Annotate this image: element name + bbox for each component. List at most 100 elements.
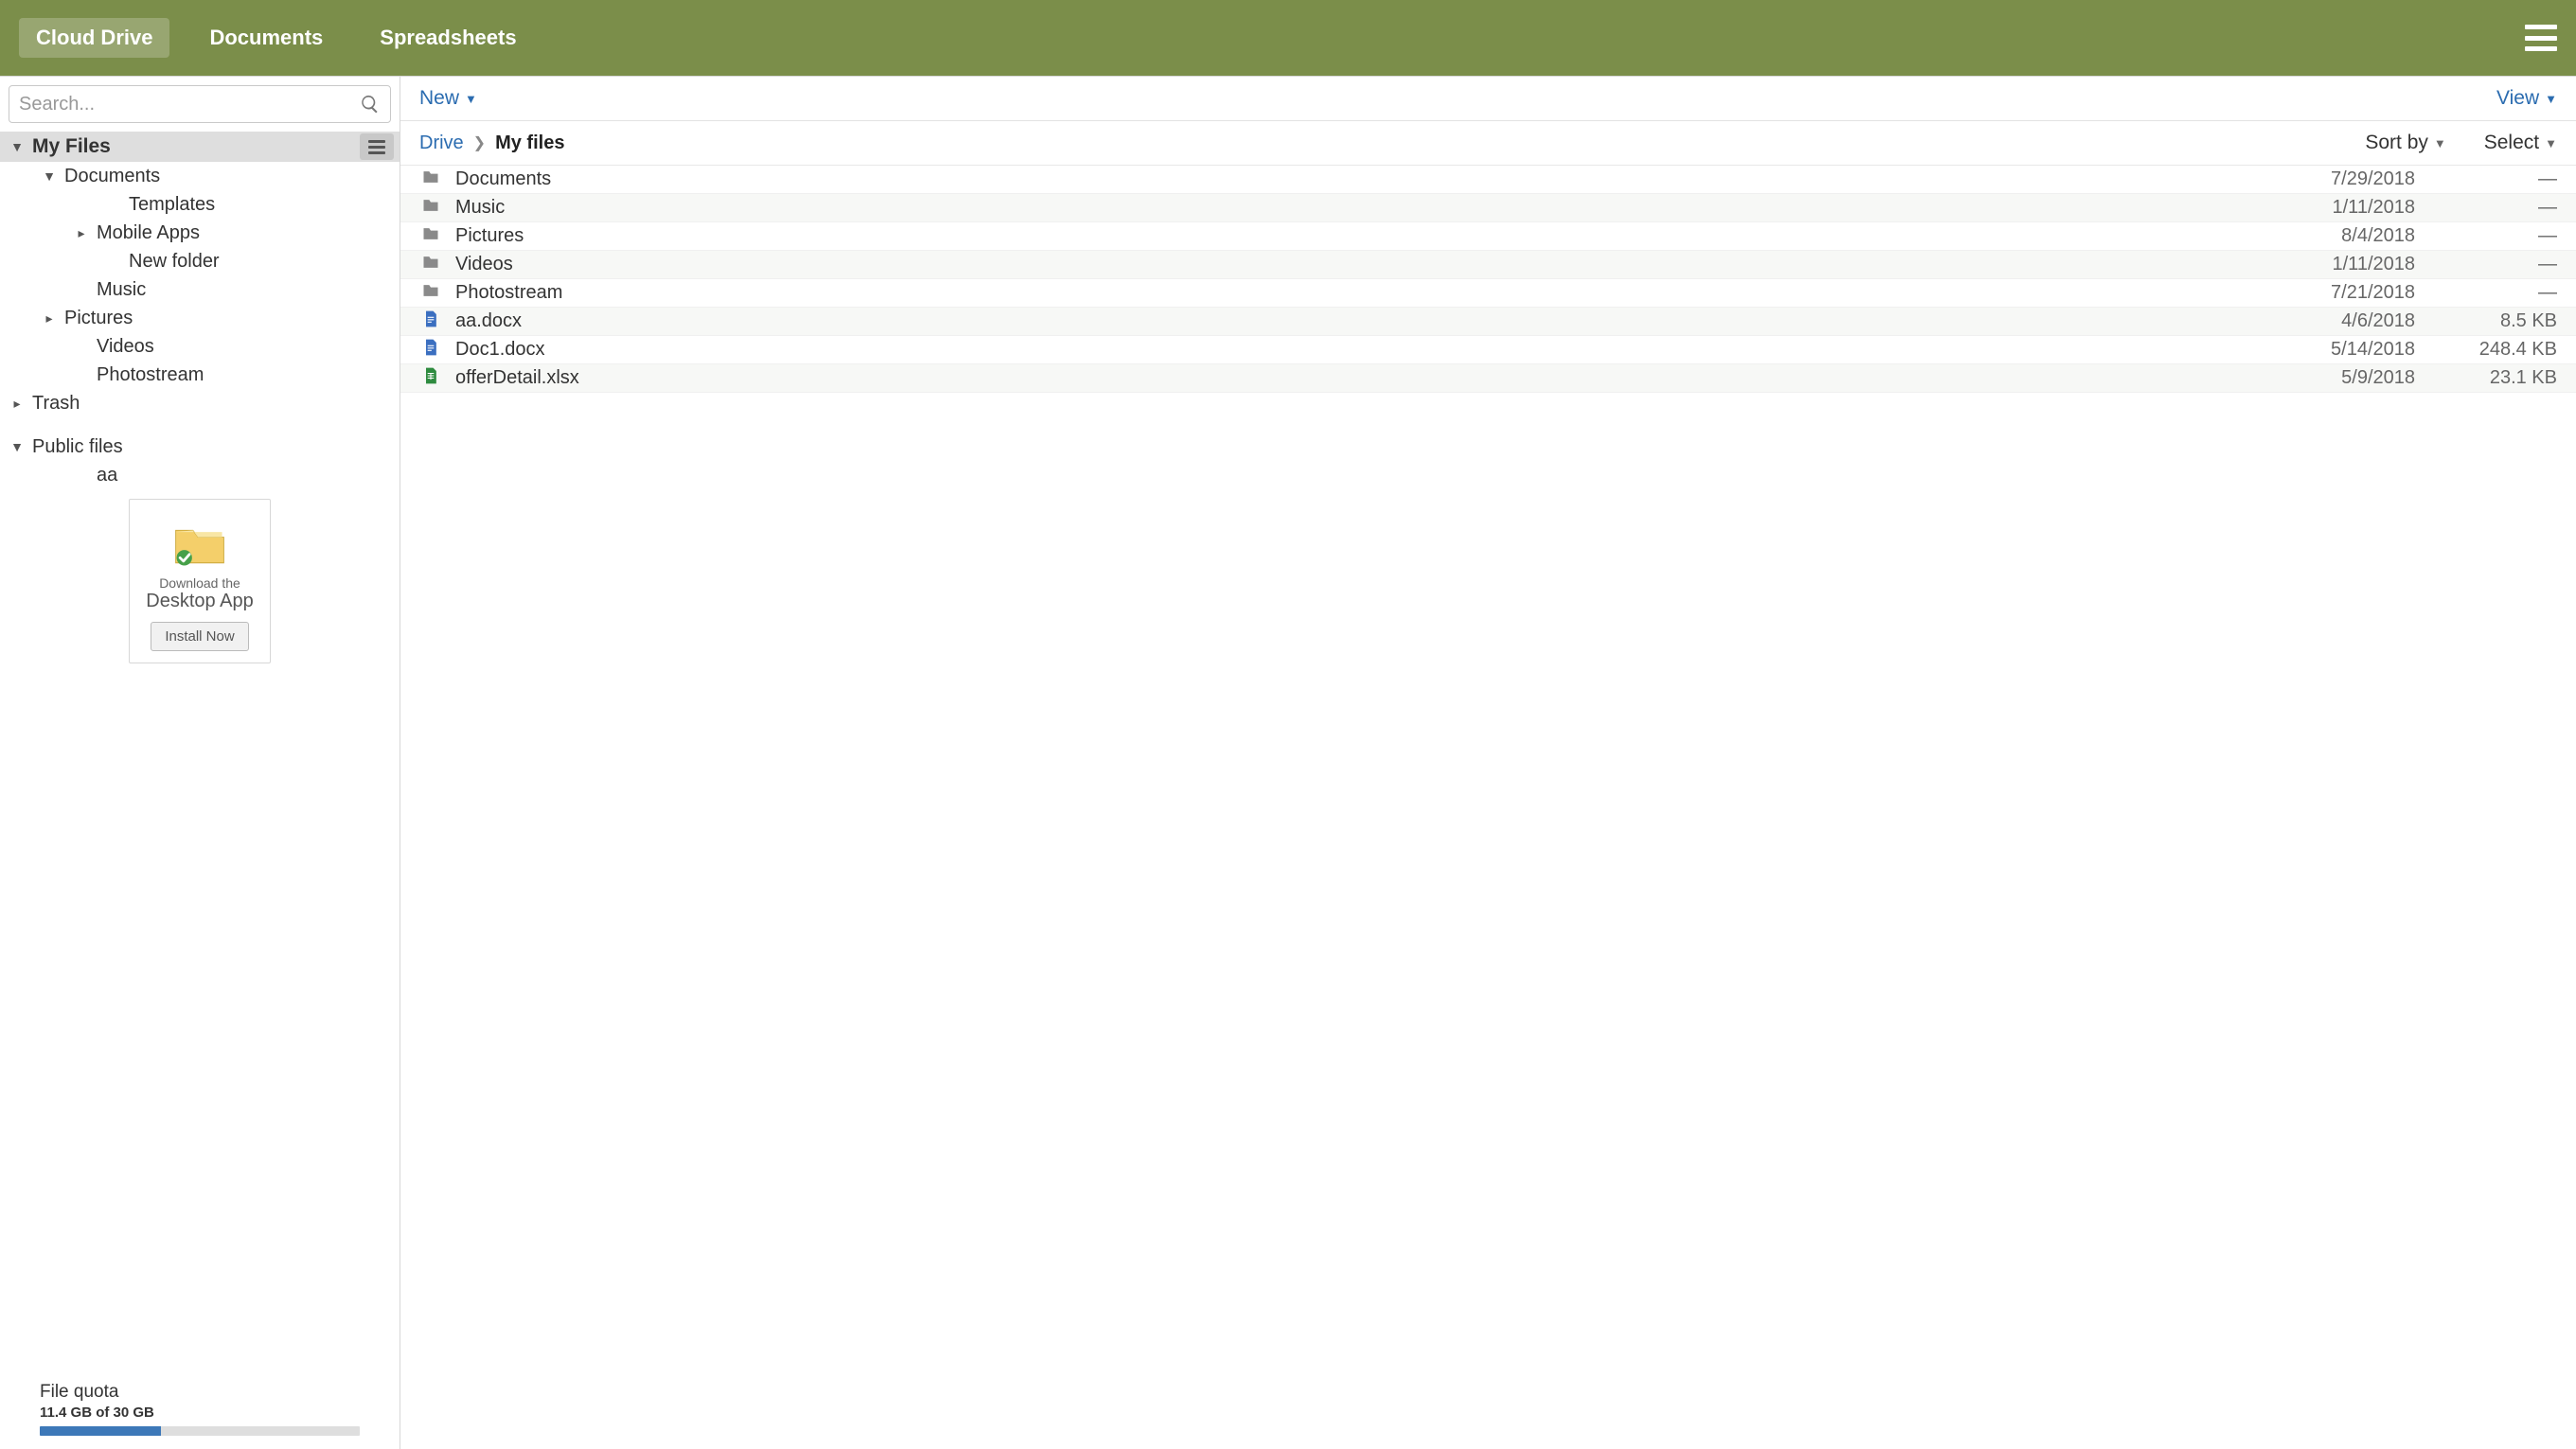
file-row[interactable]: Videos1/11/2018— <box>400 251 2576 279</box>
file-row[interactable]: Photostream7/21/2018— <box>400 279 2576 308</box>
tree-new-folder[interactable]: ▸ New folder <box>0 247 400 275</box>
file-name: Photostream <box>455 282 2245 304</box>
file-name: Doc1.docx <box>455 339 2245 361</box>
file-date: 1/11/2018 <box>2245 254 2415 275</box>
tree-my-files[interactable]: ▼ My Files <box>0 132 400 162</box>
quota-title: File quota <box>40 1382 360 1403</box>
sort-by-label: Sort by <box>2365 132 2428 154</box>
file-size: 248.4 KB <box>2415 339 2557 361</box>
file-row[interactable]: Documents7/29/2018— <box>400 166 2576 194</box>
tree-trash[interactable]: ▸ Trash <box>0 389 400 417</box>
caret-down-icon: ▼ <box>2545 136 2557 150</box>
folder-sync-icon <box>172 515 227 570</box>
caret-down-icon: ▼ <box>9 439 25 454</box>
file-row[interactable]: Music1/11/2018— <box>400 194 2576 222</box>
topbar: Cloud Drive Documents Spreadsheets <box>0 0 2576 76</box>
main-panel: New ▼ View ▼ Drive ❯ My files Sort by ▼ … <box>400 77 2576 1449</box>
file-size: — <box>2415 282 2557 304</box>
view-dropdown[interactable]: View ▼ <box>2496 87 2557 110</box>
new-dropdown[interactable]: New ▼ <box>419 87 477 110</box>
file-size: 23.1 KB <box>2415 367 2557 389</box>
tree-mobile-apps[interactable]: ▸ Mobile Apps <box>0 219 400 247</box>
tab-cloud-drive[interactable]: Cloud Drive <box>19 18 169 58</box>
file-row[interactable]: aa.docx4/6/20188.5 KB <box>400 308 2576 336</box>
file-name: Pictures <box>455 225 2245 247</box>
doc-icon <box>419 338 442 362</box>
file-quota: File quota 11.4 GB of 30 GB <box>0 1372 400 1449</box>
file-name: Videos <box>455 254 2245 275</box>
quota-fill <box>40 1426 161 1436</box>
desktop-app-promo: Download the Desktop App Install Now <box>129 499 271 663</box>
new-label: New <box>419 87 459 110</box>
file-size: — <box>2415 197 2557 219</box>
file-date: 1/11/2018 <box>2245 197 2415 219</box>
caret-down-icon: ▼ <box>2545 92 2557 106</box>
caret-down-icon: ▼ <box>2434 136 2446 150</box>
folder-icon <box>419 168 442 192</box>
select-label: Select <box>2484 132 2539 154</box>
file-row[interactable]: Pictures8/4/2018— <box>400 222 2576 251</box>
breadcrumb-root[interactable]: Drive <box>419 133 464 154</box>
tree-pictures[interactable]: ▸ Pictures <box>0 304 400 332</box>
sheet-icon <box>419 366 442 391</box>
tree-label: Videos <box>97 336 400 358</box>
file-name: Music <box>455 197 2245 219</box>
list-options-icon[interactable] <box>360 133 394 160</box>
file-list[interactable]: Documents7/29/2018—Music1/11/2018—Pictur… <box>400 166 2576 1449</box>
file-name: aa.docx <box>455 310 2245 332</box>
chevron-right-icon: ❯ <box>473 133 486 152</box>
tree-templates[interactable]: ▸ Templates <box>0 190 400 219</box>
folder-icon <box>419 281 442 306</box>
hamburger-menu-icon[interactable] <box>2525 25 2557 51</box>
folder-icon <box>419 196 442 221</box>
tree-public-aa[interactable]: ▸ aa <box>0 461 400 489</box>
folder-icon <box>419 253 442 277</box>
file-date: 8/4/2018 <box>2245 225 2415 247</box>
folder-icon <box>419 224 442 249</box>
file-date: 7/29/2018 <box>2245 168 2415 190</box>
tree-label: Music <box>97 279 400 301</box>
sort-by-dropdown[interactable]: Sort by ▼ <box>2365 132 2445 154</box>
tree-label: Templates <box>129 194 400 216</box>
caret-down-icon: ▼ <box>9 139 25 154</box>
search-input[interactable] <box>19 94 360 115</box>
sidebar: ▼ My Files ▼ Documents ▸ Templates ▸ Mob <box>0 77 400 1449</box>
tree-label: Documents <box>64 166 400 187</box>
file-size: — <box>2415 254 2557 275</box>
main-toolbar: New ▼ View ▼ <box>400 77 2576 121</box>
tab-documents[interactable]: Documents <box>192 18 340 58</box>
tree-label: Mobile Apps <box>97 222 400 244</box>
view-label: View <box>2496 87 2539 110</box>
file-row[interactable]: offerDetail.xlsx5/9/201823.1 KB <box>400 364 2576 393</box>
breadcrumb-row: Drive ❯ My files Sort by ▼ Select ▼ <box>400 121 2576 166</box>
tree-label: Pictures <box>64 308 400 329</box>
file-name: Documents <box>455 168 2245 190</box>
file-size: 8.5 KB <box>2415 310 2557 332</box>
content-row: ▼ My Files ▼ Documents ▸ Templates ▸ Mob <box>0 76 2576 1449</box>
tree-music[interactable]: ▸ Music <box>0 275 400 304</box>
tree-label-public: Public files <box>32 436 400 458</box>
caret-down-icon: ▼ <box>42 168 57 184</box>
search-icon <box>360 94 381 115</box>
promo-line2: Desktop App <box>137 591 262 612</box>
tree-videos[interactable]: ▸ Videos <box>0 332 400 361</box>
file-date: 5/9/2018 <box>2245 367 2415 389</box>
caret-right-icon: ▸ <box>9 396 25 412</box>
file-date: 4/6/2018 <box>2245 310 2415 332</box>
quota-bar <box>40 1426 360 1436</box>
tree-photostream[interactable]: ▸ Photostream <box>0 361 400 389</box>
tree-scroll[interactable]: ▼ My Files ▼ Documents ▸ Templates ▸ Mob <box>0 132 400 1372</box>
file-row[interactable]: Doc1.docx5/14/2018248.4 KB <box>400 336 2576 364</box>
tree-label-my-files: My Files <box>32 135 360 158</box>
install-now-button[interactable]: Install Now <box>151 622 248 651</box>
file-name: offerDetail.xlsx <box>455 367 2245 389</box>
tab-spreadsheets[interactable]: Spreadsheets <box>363 18 533 58</box>
tree-label: aa <box>97 465 400 486</box>
quota-subtitle: 11.4 GB of 30 GB <box>40 1405 360 1421</box>
tree-public-files[interactable]: ▼ Public files <box>0 433 400 461</box>
promo-line1: Download the <box>137 575 262 591</box>
tree-documents[interactable]: ▼ Documents <box>0 162 400 190</box>
search-box[interactable] <box>9 85 391 123</box>
select-dropdown[interactable]: Select ▼ <box>2484 132 2557 154</box>
file-date: 7/21/2018 <box>2245 282 2415 304</box>
